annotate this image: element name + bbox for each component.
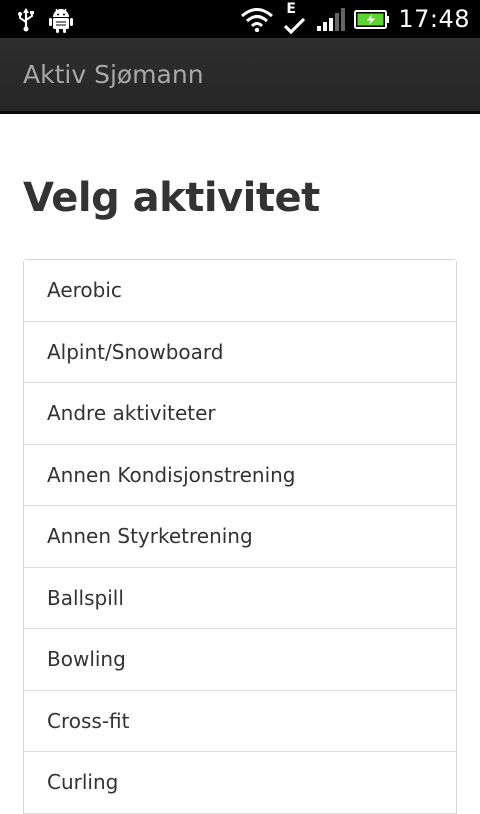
usb-icon	[16, 7, 36, 33]
android-debug-icon	[48, 6, 74, 34]
list-item-alpint-snowboard[interactable]: Alpint/Snowboard	[24, 321, 456, 383]
list-item-label: Alpint/Snowboard	[47, 339, 224, 364]
edge-data-icon: E	[282, 2, 308, 36]
list-item-label: Andre aktiviteter	[47, 401, 216, 426]
page-title: Velg aktivitet	[23, 175, 320, 221]
action-bar: Aktiv Sjømann	[0, 38, 480, 114]
battery-charging-icon	[354, 8, 390, 30]
status-clock: 17:48	[398, 5, 470, 33]
list-item-andre-aktiviteter[interactable]: Andre aktiviteter	[24, 383, 456, 445]
status-right-icons: E 17:48	[240, 0, 470, 38]
list-item-label: Annen Kondisjonstrening	[47, 462, 296, 487]
list-item-label: Bowling	[47, 647, 126, 672]
wifi-icon	[240, 6, 274, 33]
list-item-label: Curling	[47, 770, 119, 795]
list-item-label: Cross-fit	[47, 708, 130, 733]
list-item-curling[interactable]: Curling	[24, 752, 456, 814]
list-item-annen-kondisjonstrening[interactable]: Annen Kondisjonstrening	[24, 444, 456, 506]
list-item-label: Annen Styrketrening	[47, 524, 253, 549]
signal-icon	[316, 6, 346, 32]
status-left-icons	[16, 6, 74, 34]
main-content: Velg aktivitet Aerobic Alpint/Snowboard …	[0, 117, 480, 814]
activity-list: Aerobic Alpint/Snowboard Andre aktivitet…	[23, 259, 457, 814]
status-bar: E 17:48	[0, 0, 480, 38]
edge-data-label: E	[286, 1, 296, 17]
list-item-ballspill[interactable]: Ballspill	[24, 567, 456, 629]
list-item-label: Aerobic	[47, 278, 122, 303]
list-item-annen-styrketrening[interactable]: Annen Styrketrening	[24, 506, 456, 568]
list-item-aerobic[interactable]: Aerobic	[24, 260, 456, 322]
list-item-cross-fit[interactable]: Cross-fit	[24, 690, 456, 752]
list-item-label: Ballspill	[47, 585, 124, 610]
list-item-bowling[interactable]: Bowling	[24, 629, 456, 691]
app-title: Aktiv Sjømann	[23, 60, 204, 89]
